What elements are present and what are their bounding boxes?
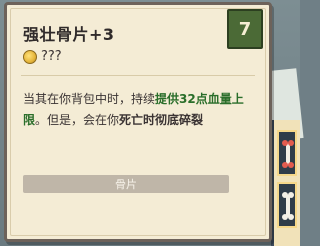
item-tag-bar: 骨片 <box>23 175 229 193</box>
coin-icon <box>23 49 37 64</box>
item-description: 当其在你背包中时，持续提供32点血量上限。但是，会在你死亡时彻底碎裂 <box>23 89 263 131</box>
cost-badge: 7 <box>227 9 263 49</box>
item-tooltip: 7 强壮骨片+3 ??? 当其在你背包中时，持续提供32点血量上限。但是，会在你… <box>4 2 272 242</box>
desc-text-2: 。但是，会在你 <box>35 113 120 127</box>
cost-value: 7 <box>238 18 252 40</box>
inventory-slot-1[interactable] <box>277 130 297 176</box>
item-tag-label: 骨片 <box>115 178 137 191</box>
price-text: ??? <box>41 49 62 64</box>
inventory-sidebar <box>271 120 300 246</box>
bone-icon <box>282 140 294 168</box>
divider <box>21 75 255 76</box>
bone-icon <box>282 192 294 220</box>
inventory-slot-2[interactable] <box>277 182 297 228</box>
price-row: ??? <box>23 49 62 64</box>
item-title: 强壮骨片+3 <box>23 25 115 44</box>
desc-text-1: 当其在你背包中时，持续 <box>23 92 156 106</box>
desc-highlight-death: 死亡时彻底碎裂 <box>119 113 204 127</box>
